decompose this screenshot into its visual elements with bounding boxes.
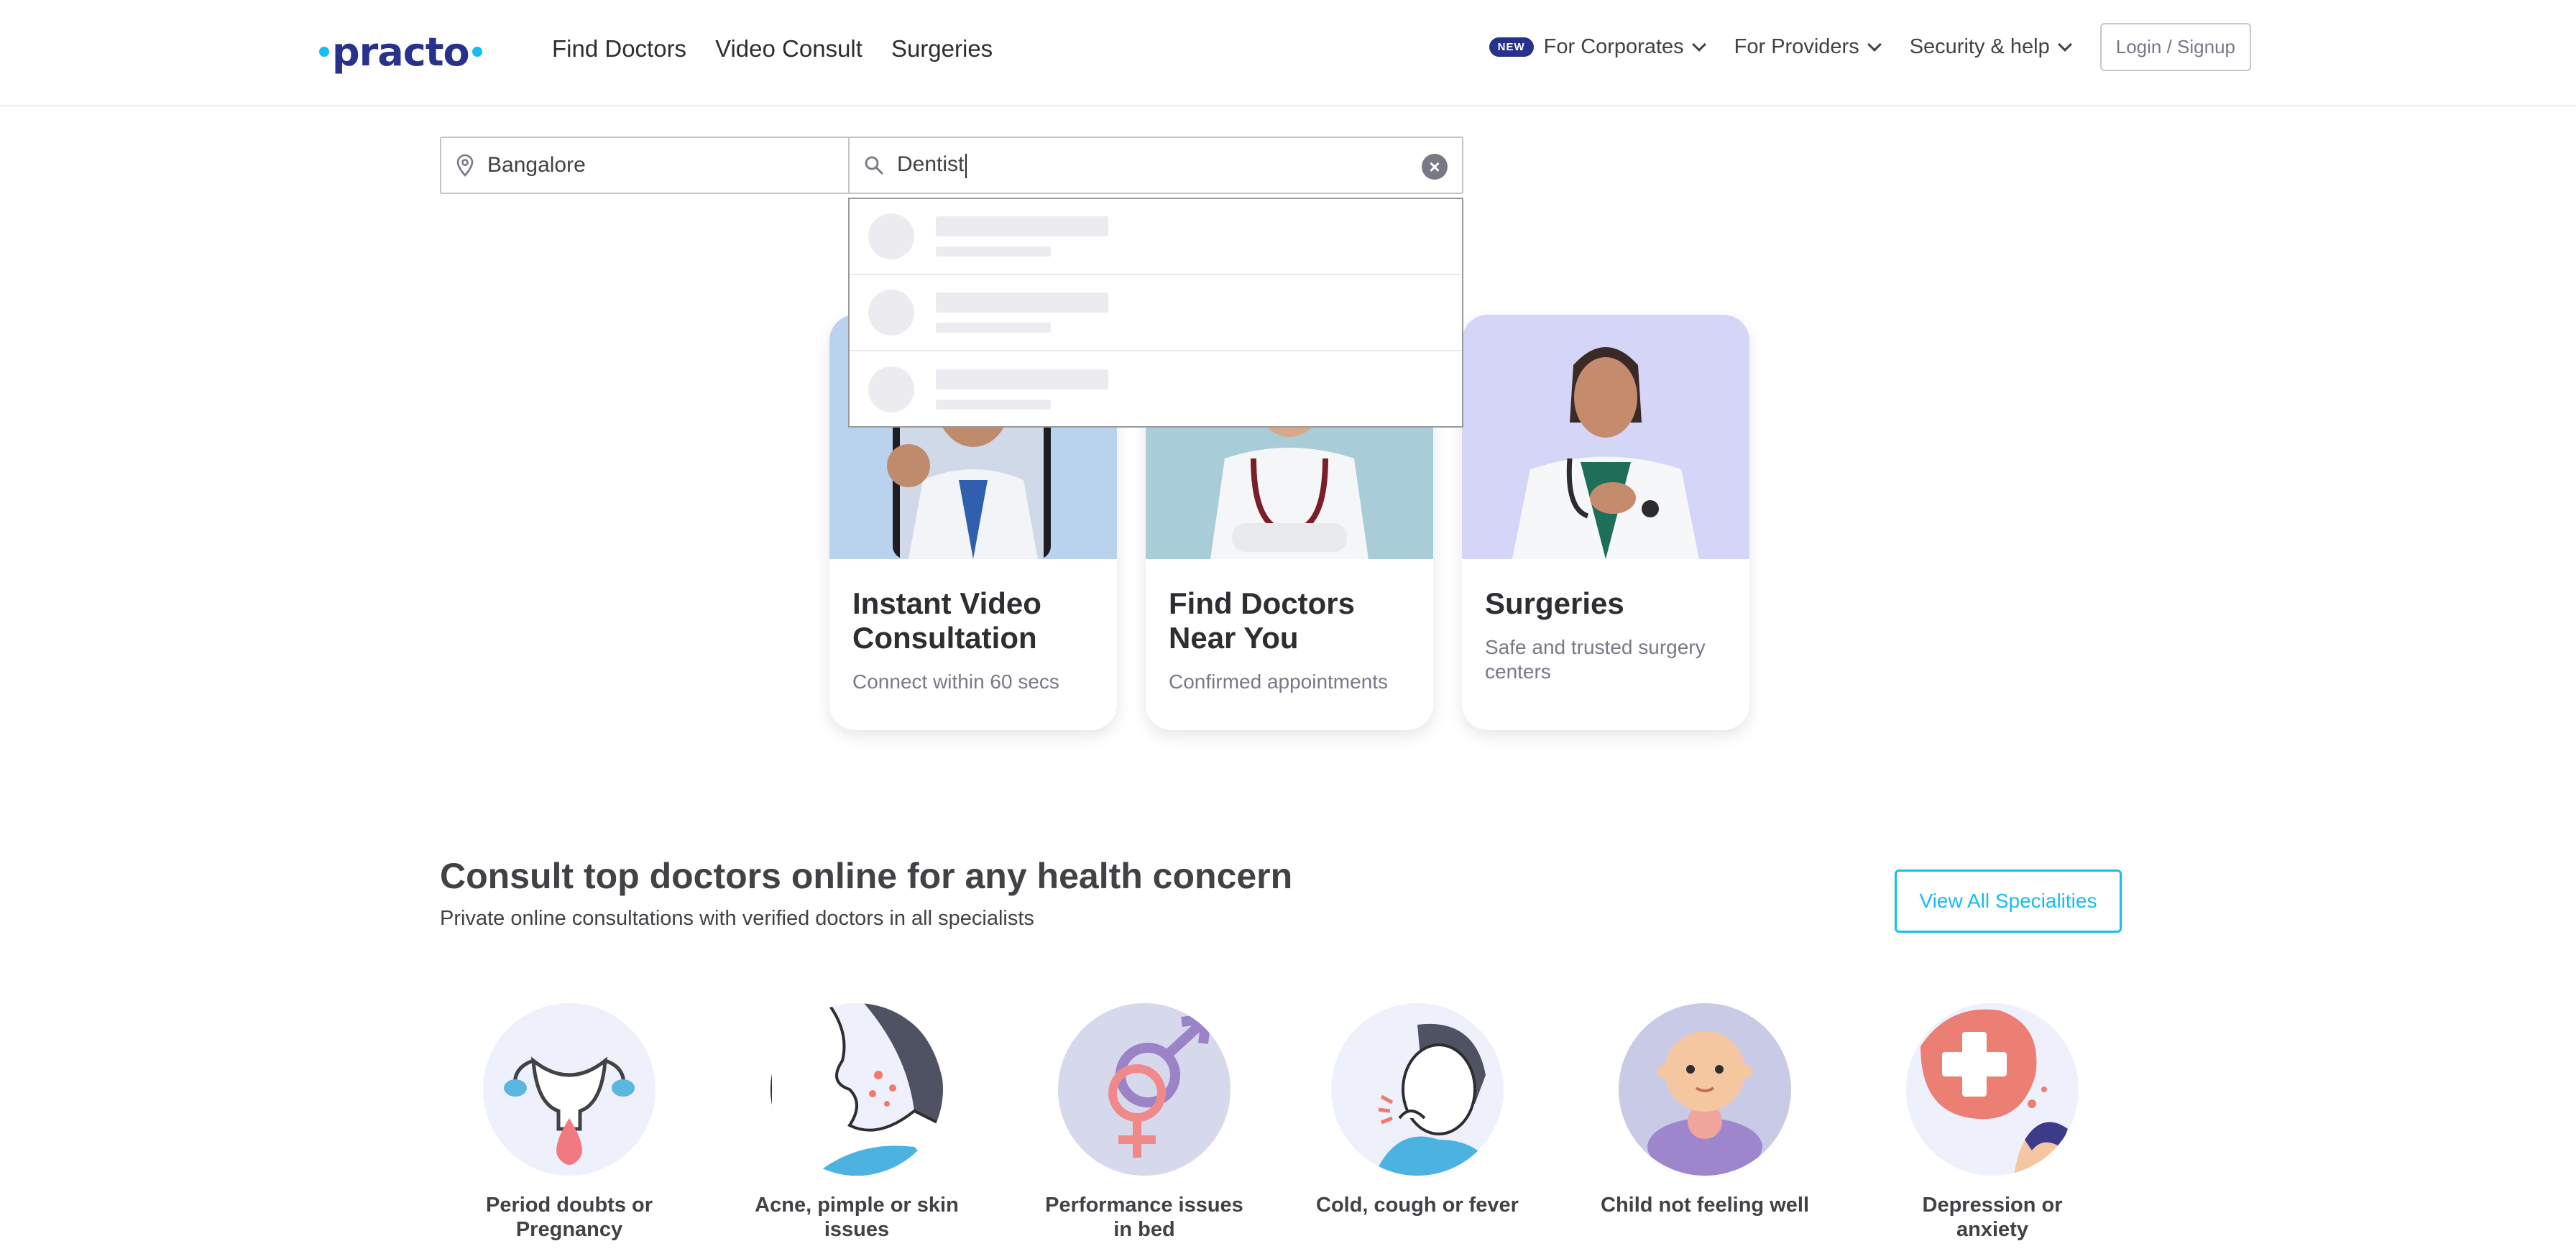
new-badge: NEW [1489,37,1534,57]
logo-text: practo [332,29,470,75]
search-suggestions-dropdown [848,198,1463,428]
view-all-specialities-button[interactable]: View All Specialities [1895,870,2122,933]
speciality-period-pregnancy[interactable]: Period doubts or Pregnancy [461,1003,677,1242]
speciality-child-unwell[interactable]: Child not feeling well [1597,1003,1813,1217]
face-acne-icon [770,1003,943,1176]
skeleton-avatar [868,213,914,259]
clear-icon[interactable]: × [1422,154,1448,180]
location-value: Bangalore [487,153,586,177]
card-title: Surgeries [1485,586,1624,620]
speciality-cold-cough[interactable]: Cold, cough or fever [1310,1003,1525,1217]
search-icon [865,156,883,175]
suggestion-skeleton-row[interactable] [850,275,1462,351]
surgeon-image [1462,315,1749,559]
chevron-down-icon [1867,37,1882,52]
search-bar: Bangalore Dentist × [440,137,1463,194]
speciality-performance[interactable]: Performance issues in bed [1036,1003,1252,1242]
nav-for-providers-label: For Providers [1734,35,1859,58]
main-nav: Find Doctors Video Consult Surgeries [552,32,993,66]
card-subtitle: Safe and trusted surgery centers [1485,636,1706,683]
secondary-nav: NEW For Corporates For Providers Securit… [1489,23,2251,71]
mental-health-icon [1906,1003,2079,1176]
uterus-icon [483,1003,656,1176]
chevron-down-icon [1691,37,1706,52]
card-title: Find Doctors Near You [1169,586,1355,655]
nav-surgeries[interactable]: Surgeries [891,32,993,66]
speciality-label: Period doubts or Pregnancy [486,1194,653,1241]
card-subtitle: Connect within 60 secs [852,670,1059,693]
speciality-label: Acne, pimple or skin issues [755,1194,959,1241]
logo-dot-icon [472,47,482,57]
search-query-value: Dentist [897,152,967,178]
card-subtitle: Confirmed appointments [1169,670,1389,693]
nav-find-doctors[interactable]: Find Doctors [552,32,686,66]
skeleton-avatar [868,366,914,412]
nav-for-providers[interactable]: For Providers [1734,35,1882,59]
coughing-person-icon [1331,1003,1504,1176]
nav-video-consult[interactable]: Video Consult [715,32,862,66]
speciality-label: Child not feeling well [1601,1194,1809,1217]
card-surgeries[interactable]: Surgeries Safe and trusted surgery cente… [1462,315,1749,730]
card-title: Instant Video Consultation [852,586,1041,655]
suggestion-skeleton-row[interactable] [850,199,1462,275]
speciality-label: Performance issues in bed [1045,1194,1243,1241]
nav-security-help-label: Security & help [1909,35,2050,58]
login-signup-button[interactable]: Login / Signup [2099,23,2251,71]
baby-icon [1619,1003,1791,1176]
chevron-down-icon [2057,37,2072,52]
nav-for-corporates-label: For Corporates [1543,35,1684,58]
location-pin-icon [456,154,474,177]
nav-security-help[interactable]: Security & help [1909,35,2072,59]
section-title: Consult top doctors online for any healt… [440,856,1293,896]
logo-dot-icon [319,47,329,57]
practo-logo[interactable]: practo [316,29,485,75]
suggestion-skeleton-row[interactable] [850,351,1462,428]
skeleton-avatar [868,290,914,336]
section-subtitle: Private online consultations with verifi… [440,907,1034,930]
top-header: practo Find Doctors Video Consult Surger… [0,0,2576,106]
gender-symbols-icon [1058,1003,1230,1176]
speciality-depression-anxiety[interactable]: Depression or anxiety [1885,1003,2100,1242]
speciality-label: Depression or anxiety [1922,1194,2063,1241]
speciality-label: Cold, cough or fever [1316,1194,1519,1217]
search-query-input[interactable]: Dentist × [850,138,1462,193]
nav-for-corporates[interactable]: NEW For Corporates [1489,35,1706,59]
location-input[interactable]: Bangalore [441,138,850,193]
speciality-acne-skin[interactable]: Acne, pimple or skin issues [749,1003,965,1242]
